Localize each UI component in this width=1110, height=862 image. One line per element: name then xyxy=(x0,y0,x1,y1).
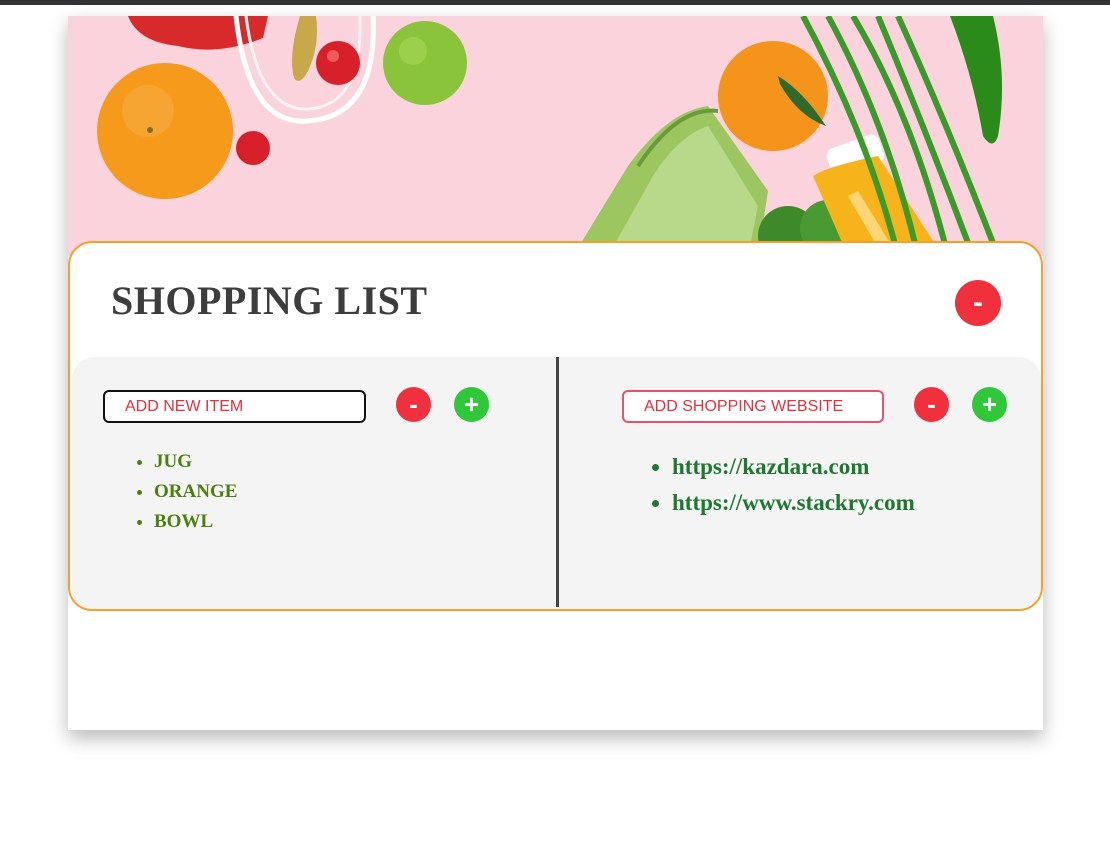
shopping-list-panel: SHOPPING LIST - - + JUG ORANGE BOWL - + … xyxy=(68,241,1043,611)
page-title: SHOPPING LIST xyxy=(111,278,428,323)
column-divider xyxy=(556,357,559,607)
items-list: JUG ORANGE BOWL xyxy=(114,447,237,537)
new-website-input[interactable] xyxy=(622,390,884,423)
new-item-input[interactable] xyxy=(103,390,366,423)
website-item: https://kazdara.com xyxy=(672,449,915,485)
collapse-button[interactable]: - xyxy=(955,280,1001,326)
list-body: - + JUG ORANGE BOWL - + https://kazdara.… xyxy=(72,357,1041,609)
website-link[interactable]: https://kazdara.com xyxy=(672,454,869,479)
remove-website-button[interactable]: - xyxy=(914,387,949,422)
list-item[interactable]: ORANGE xyxy=(154,477,237,507)
websites-list: https://kazdara.com https://www.stackry.… xyxy=(632,449,915,521)
groceries-photo-icon xyxy=(68,16,1043,256)
list-item[interactable]: JUG xyxy=(154,447,237,477)
add-item-button[interactable]: + xyxy=(454,387,489,422)
list-item[interactable]: BOWL xyxy=(154,507,237,537)
add-website-button[interactable]: + xyxy=(972,387,1007,422)
shopping-card: SHOPPING LIST - - + JUG ORANGE BOWL - + … xyxy=(68,16,1043,730)
remove-item-button[interactable]: - xyxy=(396,387,431,422)
groceries-hero-image xyxy=(68,16,1043,256)
website-item: https://www.stackry.com xyxy=(672,485,915,521)
browser-top-bar xyxy=(0,0,1110,5)
website-link[interactable]: https://www.stackry.com xyxy=(672,490,915,515)
